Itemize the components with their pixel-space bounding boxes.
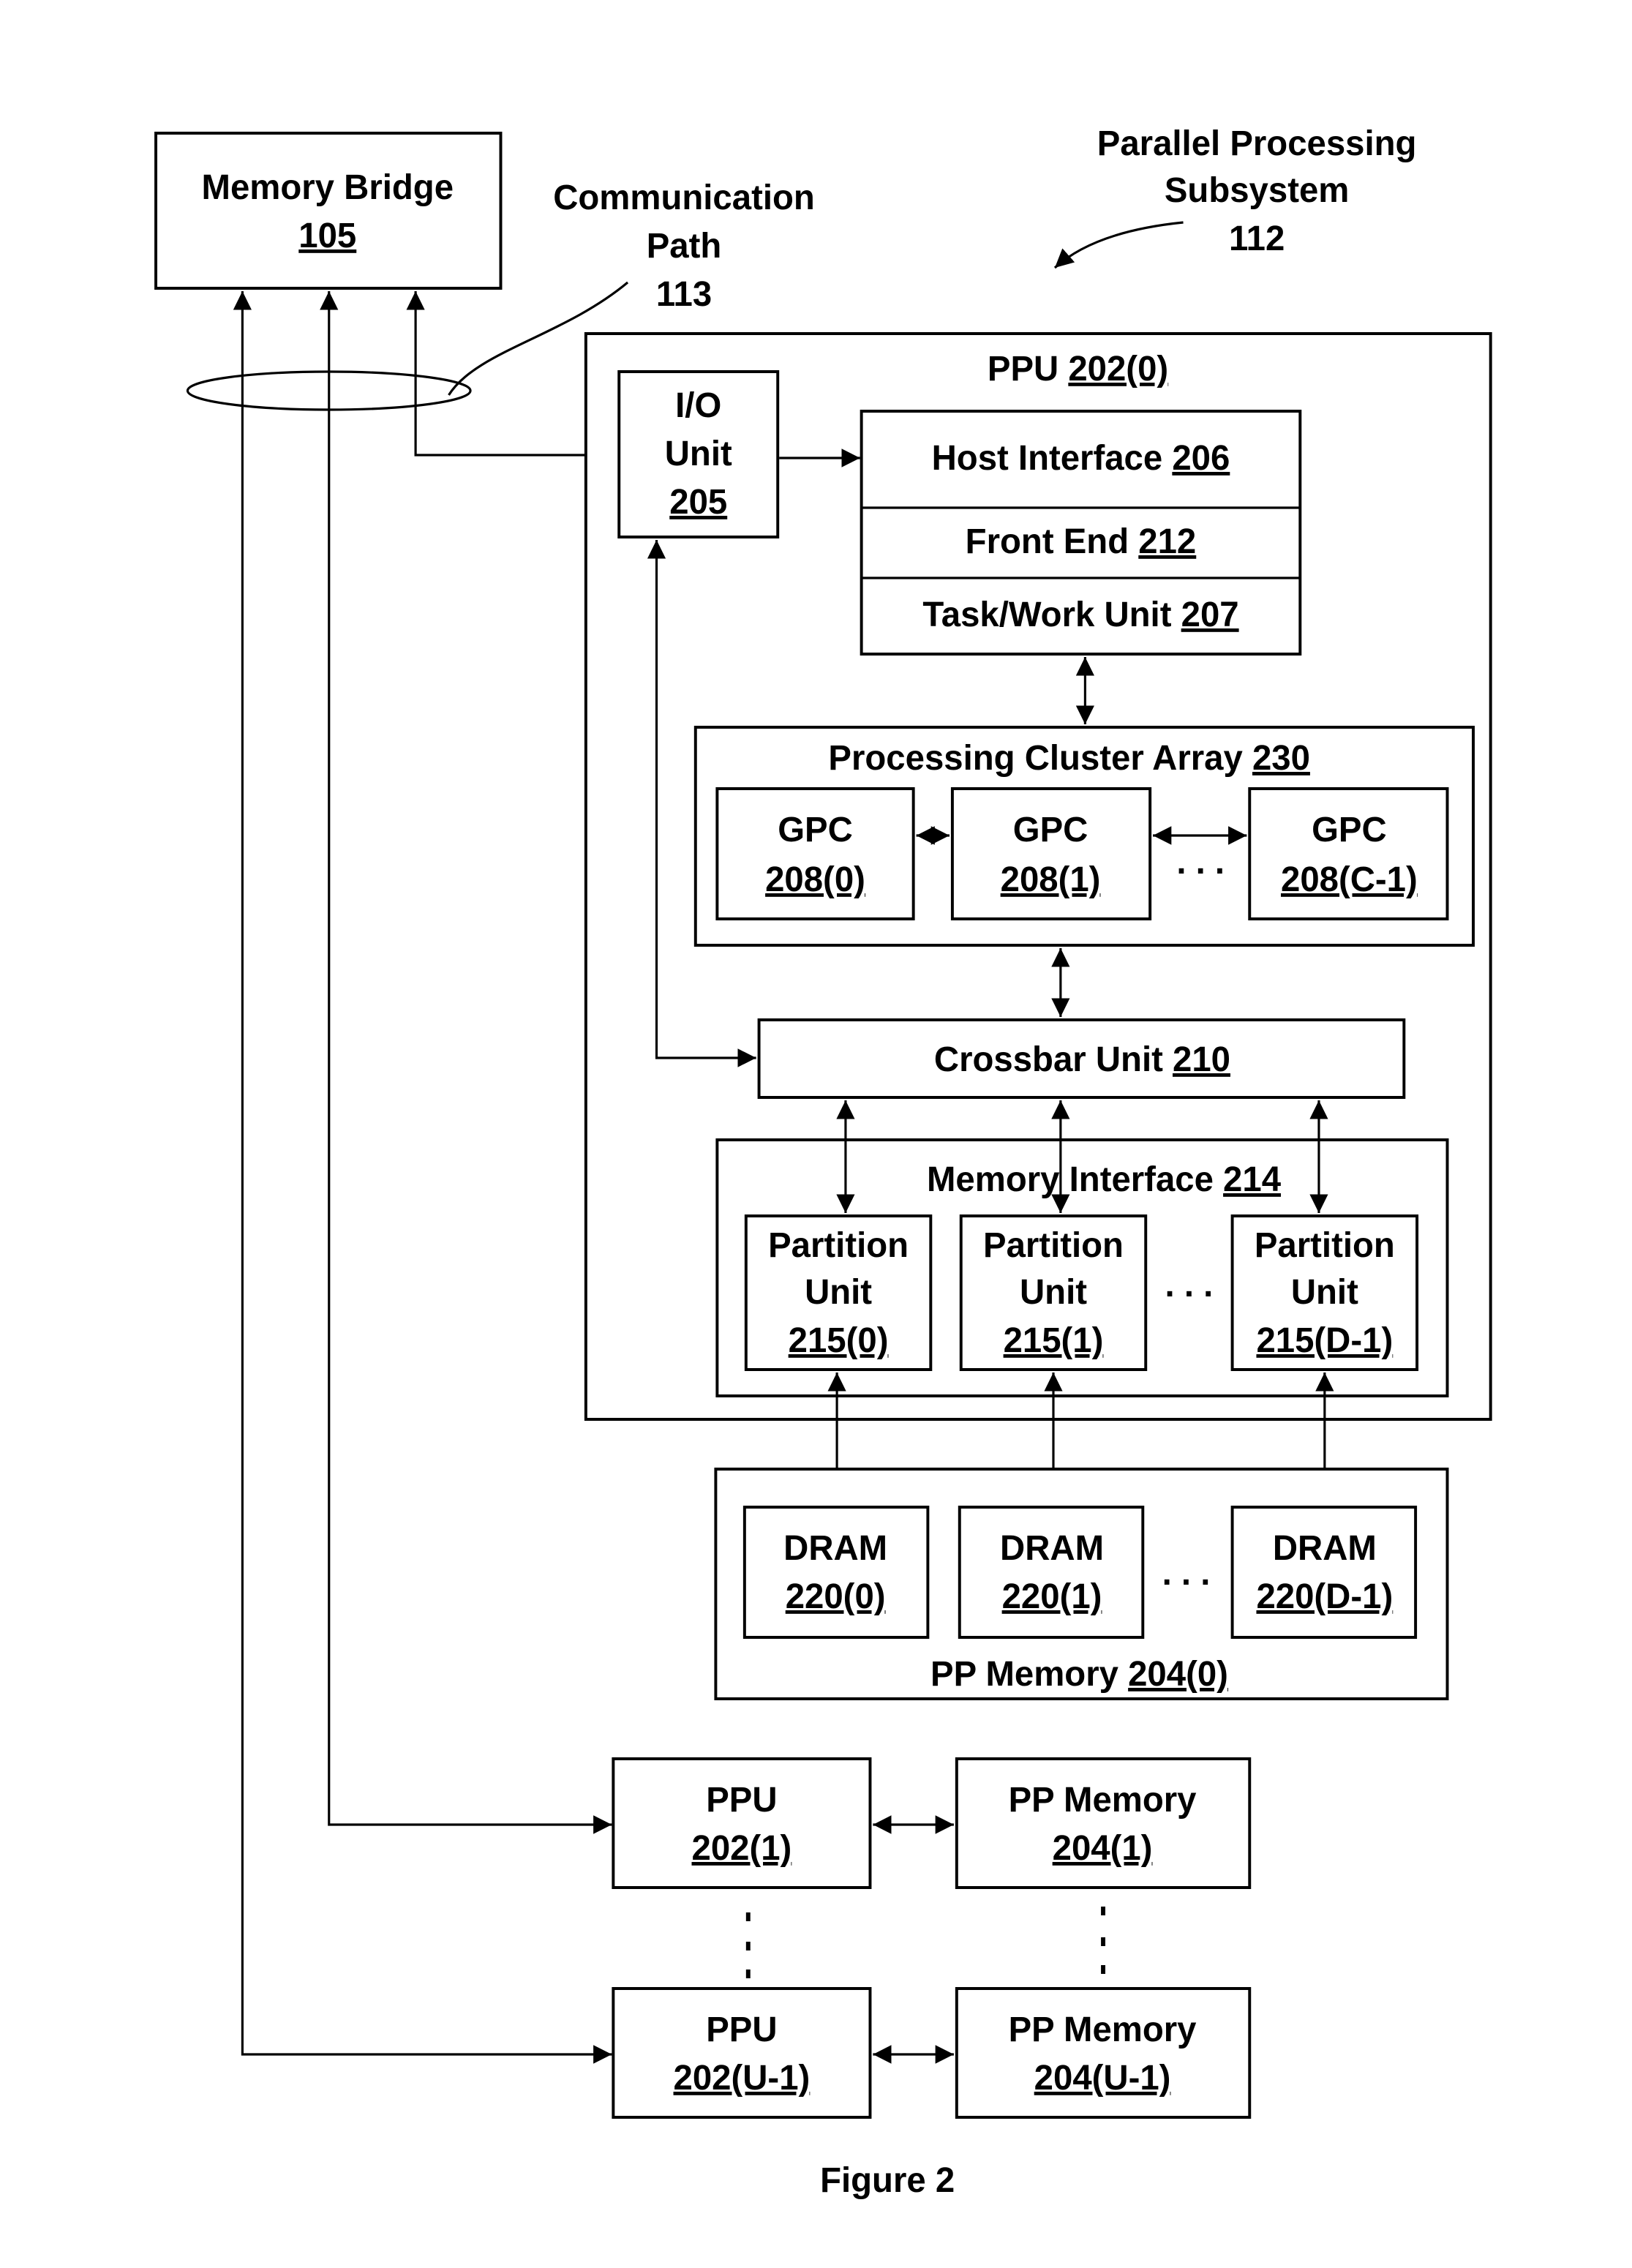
partition-d1-line1: Partition bbox=[1255, 1226, 1395, 1265]
bus-line-ppu-u1 bbox=[233, 291, 612, 2064]
bus-line-ppu1 bbox=[320, 291, 612, 1834]
io-unit-ref: 205 bbox=[669, 483, 727, 522]
memory-bridge-label: Memory Bridge bbox=[202, 168, 454, 207]
dram-0-ref: 220(0) bbox=[786, 1577, 886, 1616]
partition-d1-line2: Unit bbox=[1291, 1273, 1358, 1312]
pp-memory-u1-ref: 204(U-1) bbox=[1034, 2059, 1171, 2098]
ppu-u1-box: PPU 202(U-1) bbox=[612, 1987, 872, 2119]
gpc-c1-box: GPC 208(C-1) bbox=[1248, 787, 1449, 920]
gpc-0-label: GPC bbox=[778, 811, 853, 849]
dram-d1-ref: 220(D-1) bbox=[1256, 1577, 1393, 1616]
task-work-unit-label: Task/Work Unit 207 bbox=[922, 596, 1238, 634]
pp-memory-1-label: PP Memory bbox=[1009, 1781, 1197, 1820]
partition-d1-box: Partition Unit 215(D-1) bbox=[1230, 1214, 1419, 1371]
dram-1-box: DRAM 220(1) bbox=[958, 1506, 1145, 1639]
pp-memory-u1-box: PP Memory 204(U-1) bbox=[955, 1987, 1252, 2119]
io-unit-line2: Unit bbox=[665, 435, 732, 473]
ppu-u1-label: PPU bbox=[706, 2010, 777, 2049]
partition-0-line1: Partition bbox=[768, 1226, 909, 1265]
dram-0-label: DRAM bbox=[783, 1529, 887, 1568]
partition-1-line2: Unit bbox=[1020, 1273, 1087, 1312]
ppu-0-title: PPU 202(0) bbox=[988, 350, 1168, 388]
partition-0-line2: Unit bbox=[805, 1273, 872, 1312]
ppu-u1-ref: 202(U-1) bbox=[674, 2059, 811, 2098]
pp-memory-1-box: PP Memory 204(1) bbox=[955, 1757, 1252, 1889]
io-unit-line1: I/O bbox=[675, 386, 721, 425]
pps-label-line2: Subsystem bbox=[1165, 171, 1350, 210]
pca-title: Processing Cluster Array 230 bbox=[828, 739, 1310, 778]
ppu-vertical-ellipsis bbox=[745, 1912, 751, 1978]
figure-2-diagram: Memory Bridge 105 Communication Path 113… bbox=[154, 124, 1492, 2200]
dram-d1-label: DRAM bbox=[1273, 1529, 1377, 1568]
dram-0-box: DRAM 220(0) bbox=[742, 1506, 930, 1639]
gpc-0-box: GPC 208(0) bbox=[715, 787, 915, 920]
comm-path-label-line1: Communication bbox=[553, 179, 815, 217]
partition-1-box: Partition Unit 215(1) bbox=[959, 1214, 1148, 1371]
memory-bridge-ref: 105 bbox=[298, 217, 356, 255]
ppmem-vertical-ellipsis bbox=[1101, 1907, 1106, 1974]
partition-1-line1: Partition bbox=[983, 1226, 1124, 1265]
dram-1-label: DRAM bbox=[1000, 1529, 1104, 1568]
memory-interface-title: Memory Interface 214 bbox=[927, 1160, 1282, 1199]
partition-d1-ref: 215(D-1) bbox=[1256, 1321, 1393, 1360]
partition-0-box: Partition Unit 215(0) bbox=[744, 1214, 933, 1371]
pp-memory-u1-label: PP Memory bbox=[1009, 2010, 1197, 2049]
pps-label-line1: Parallel Processing bbox=[1097, 124, 1417, 163]
gpc-1-label: GPC bbox=[1013, 811, 1088, 849]
gpc-c1-ref: 208(C-1) bbox=[1281, 860, 1418, 899]
gpc-c1-label: GPC bbox=[1312, 811, 1387, 849]
comm-path-ref: 113 bbox=[656, 275, 712, 314]
gpc-1-box: GPC 208(1) bbox=[950, 787, 1152, 920]
host-interface-label: Host Interface 206 bbox=[932, 439, 1230, 478]
crossbar-label: Crossbar Unit 210 bbox=[934, 1040, 1230, 1079]
gpc-0-ref: 208(0) bbox=[765, 860, 865, 899]
pps-ref: 112 bbox=[1229, 219, 1285, 258]
partition-1-ref: 215(1) bbox=[1004, 1321, 1104, 1360]
dram-ellipsis: . . . bbox=[1162, 1554, 1211, 1593]
partition-0-ref: 215(0) bbox=[789, 1321, 889, 1360]
memory-bridge-box: Memory Bridge 105 bbox=[154, 132, 503, 290]
front-end-label: Front End 212 bbox=[966, 522, 1197, 561]
figure-caption: Figure 2 bbox=[820, 2161, 955, 2200]
pp-memory-1-ref: 204(1) bbox=[1053, 1829, 1153, 1868]
partition-ellipsis: . . . bbox=[1165, 1266, 1214, 1304]
gpc-1-ref: 208(1) bbox=[1001, 860, 1101, 899]
pps-pointer-arrow bbox=[1053, 221, 1184, 269]
pp-memory-0-label: PP Memory 204(0) bbox=[930, 1655, 1228, 1694]
dram-d1-box: DRAM 220(D-1) bbox=[1230, 1506, 1418, 1639]
io-unit-box: I/O Unit 205 bbox=[617, 370, 780, 538]
ppu-1-label: PPU bbox=[706, 1781, 777, 1820]
gpc-ellipsis: . . . bbox=[1176, 843, 1225, 882]
ppu-1-box: PPU 202(1) bbox=[612, 1757, 872, 1889]
host-stack: Host Interface 206 Front End 212 Task/Wo… bbox=[860, 410, 1302, 656]
dram-1-ref: 220(1) bbox=[1002, 1577, 1102, 1616]
ppu-1-ref: 202(1) bbox=[692, 1829, 792, 1868]
comm-path-label-line2: Path bbox=[647, 227, 722, 266]
